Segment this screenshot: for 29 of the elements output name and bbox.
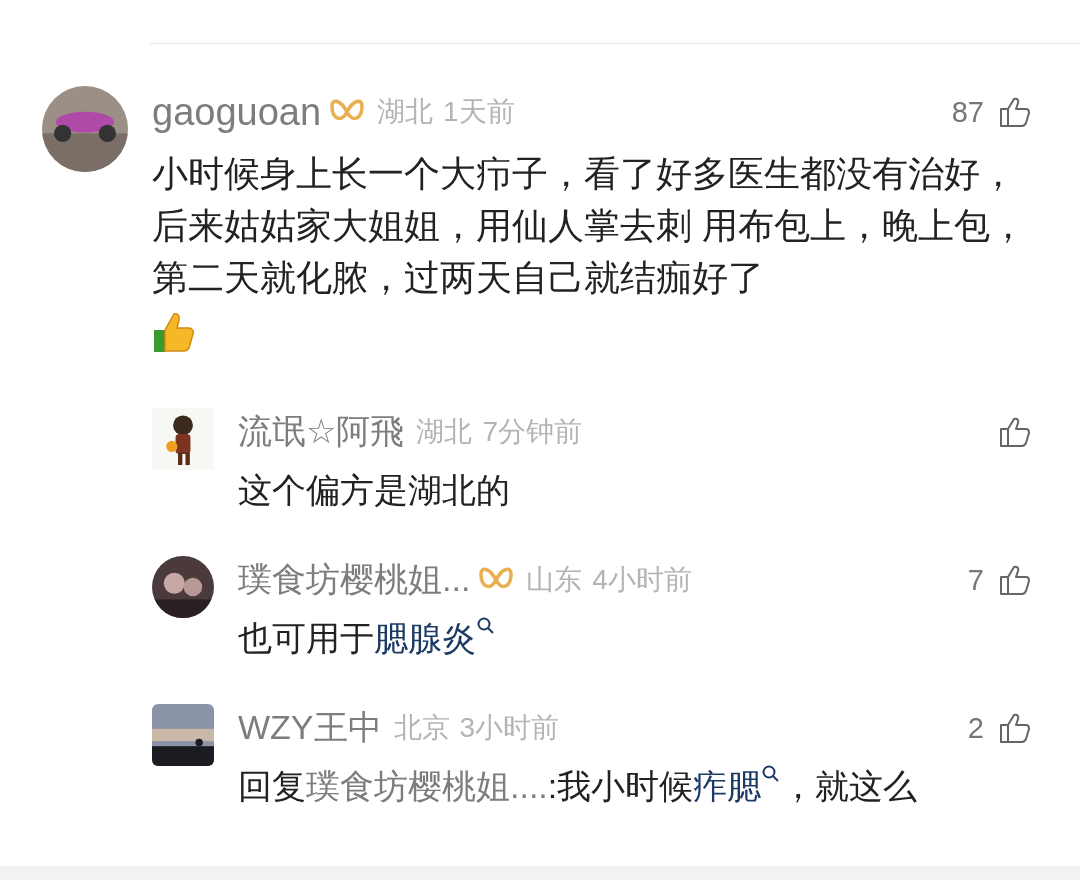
like-count: 2: [967, 711, 984, 745]
user-name[interactable]: 璞食坊樱桃姐...: [238, 557, 471, 603]
topic-link[interactable]: 腮腺炎: [374, 619, 476, 657]
like-icon[interactable]: [998, 563, 1032, 597]
like-icon[interactable]: [998, 95, 1032, 129]
comment-text: :我小时候: [547, 767, 694, 805]
location: 北京: [393, 711, 450, 745]
timestamp: 7分钟前: [482, 415, 583, 449]
like-icon[interactable]: [998, 415, 1032, 449]
timestamp: 3小时前: [459, 711, 560, 745]
topic-link[interactable]: 痄腮: [693, 767, 762, 805]
comment-text: ，就这么: [781, 767, 918, 805]
user-name[interactable]: 流氓☆阿飛: [238, 409, 405, 455]
comment-text: 小时候身上长一个大疖子，看了好多医生都没有治好，后来姑姑家大姐姐，用仙人掌去刺 用布包上，晚上包，第二天就化脓，过两天自己就结痂好了: [152, 153, 1026, 298]
timestamp: 1天前: [443, 95, 515, 129]
user-link[interactable]: 璞食坊樱桃姐....: [306, 767, 548, 805]
location: 山东: [526, 563, 583, 597]
thumbs-up-emoji-icon: [152, 310, 196, 354]
like-icon[interactable]: [998, 711, 1032, 745]
user-name[interactable]: gaoguoan: [152, 90, 322, 134]
comment-text: 回复: [238, 767, 306, 805]
comment-text: 这个偏方是湖北的: [238, 471, 510, 509]
like-count: 87: [951, 95, 984, 129]
like-count: 7: [967, 563, 984, 597]
user-name[interactable]: WZY王中: [238, 705, 382, 751]
timestamp: 4小时前: [592, 563, 692, 597]
location: 湖北: [416, 415, 473, 449]
location: 湖北: [377, 95, 434, 129]
comment-text: 也可用于: [238, 619, 374, 657]
